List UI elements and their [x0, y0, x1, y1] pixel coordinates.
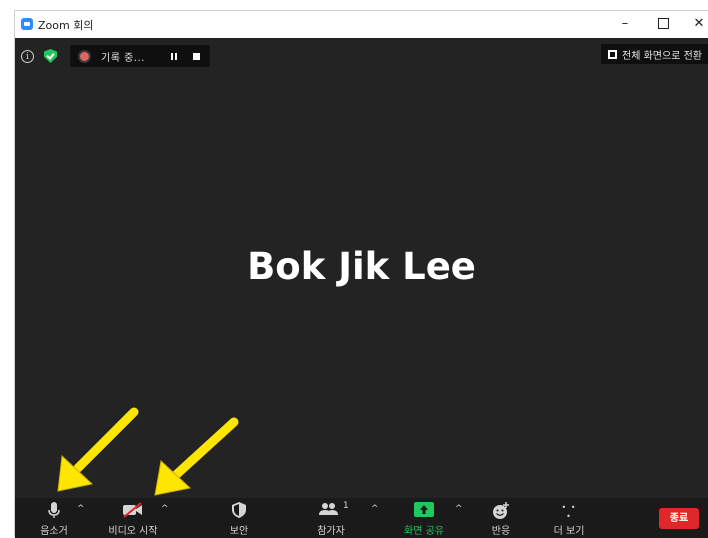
- share-options-caret[interactable]: ^: [455, 504, 463, 514]
- meeting-toolbar: 음소거 ^ 비디오 시작 ^ 보안 1 참가자 ^ 화면 공유 ^ 반응 • •…: [15, 498, 708, 538]
- pause-recording-button[interactable]: [170, 52, 177, 60]
- emoji-plus-icon: [493, 502, 509, 519]
- people-icon: [319, 503, 338, 515]
- fullscreen-label: 전체 화면으로 전환: [622, 50, 702, 62]
- audio-options-caret[interactable]: ^: [77, 504, 85, 514]
- recording-label: 기록 중...: [101, 52, 145, 64]
- participant-name: Bok Jik Lee: [247, 245, 476, 288]
- zoom-app-icon: [21, 18, 33, 30]
- video-off-icon: [123, 502, 142, 518]
- security-button[interactable]: 보안: [219, 498, 259, 538]
- fullscreen-button[interactable]: 전체 화면으로 전환: [601, 44, 708, 64]
- meeting-video-area: i 기록 중... 전체 화면으로 전환 Bok Jik Lee: [15, 38, 708, 498]
- meeting-status-bar: i 기록 중...: [21, 45, 210, 67]
- end-meeting-button[interactable]: 종료: [659, 508, 699, 529]
- ellipsis-icon: • • •: [561, 503, 577, 521]
- participants-options-caret[interactable]: ^: [371, 504, 379, 514]
- more-label: 더 보기: [553, 526, 585, 537]
- participants-button[interactable]: 1 참가자: [309, 498, 353, 538]
- start-video-button[interactable]: 비디오 시작: [103, 498, 163, 538]
- record-dot-icon: [80, 51, 89, 61]
- maximize-button[interactable]: [648, 14, 678, 34]
- zoom-meeting-window: Zoom 회의 – ✕ i 기록 중... 전체 화면으로 전환 Bok Jik…: [14, 10, 708, 538]
- participants-count: 1: [343, 501, 349, 511]
- shield-check-icon[interactable]: [44, 49, 57, 63]
- mute-label: 음소거: [40, 526, 68, 537]
- video-options-caret[interactable]: ^: [161, 504, 169, 514]
- share-screen-icon: [414, 502, 434, 517]
- minimize-button[interactable]: –: [610, 14, 640, 34]
- title-bar: Zoom 회의 – ✕: [15, 11, 708, 38]
- close-button[interactable]: ✕: [684, 14, 708, 34]
- reactions-button[interactable]: 반응: [481, 498, 521, 538]
- mute-button[interactable]: 음소거: [29, 498, 79, 538]
- window-title: Zoom 회의: [38, 19, 94, 32]
- share-screen-label: 화면 공유: [404, 526, 444, 537]
- stop-recording-button[interactable]: [192, 52, 200, 60]
- reactions-label: 반응: [491, 526, 511, 537]
- start-video-label: 비디오 시작: [108, 526, 158, 537]
- info-icon[interactable]: i: [21, 49, 34, 63]
- maximize-icon: [657, 18, 669, 29]
- security-label: 보안: [229, 526, 249, 537]
- microphone-icon: [48, 502, 60, 518]
- more-button[interactable]: • • • 더 보기: [549, 498, 589, 538]
- recording-indicator: 기록 중...: [70, 45, 210, 67]
- participants-label: 참가자: [317, 526, 345, 537]
- shield-icon: [232, 502, 246, 518]
- fullscreen-icon: [608, 49, 618, 59]
- left-background-strip: [0, 0, 14, 537]
- share-screen-button[interactable]: 화면 공유: [399, 498, 449, 538]
